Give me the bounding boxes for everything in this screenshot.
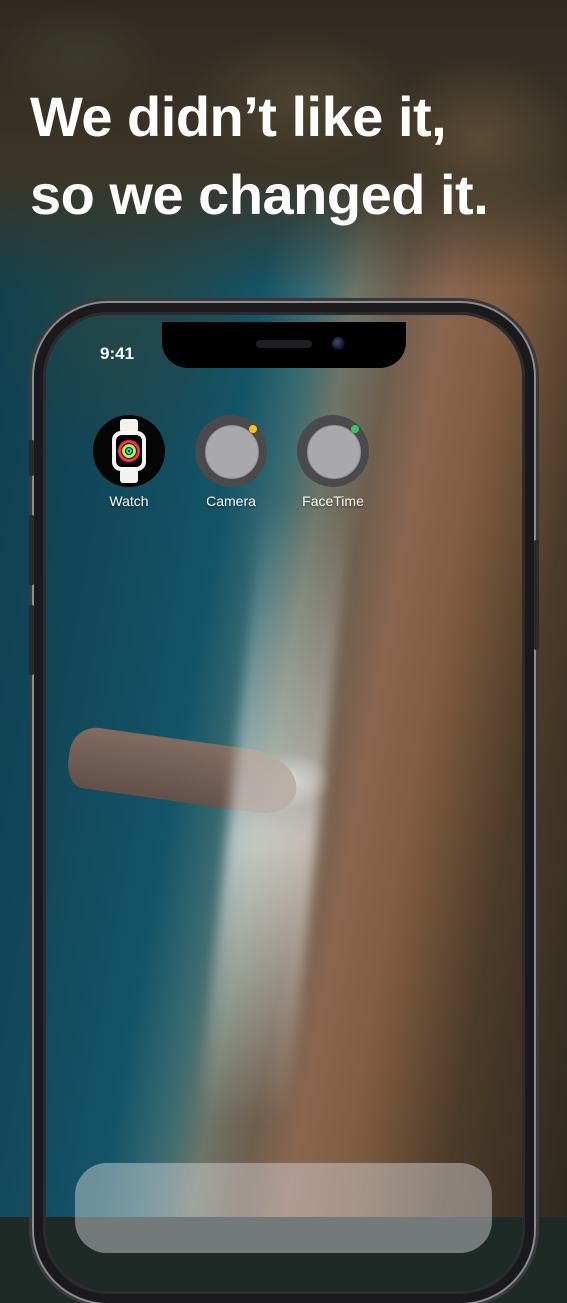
volume-up-button	[29, 515, 34, 585]
volume-down-button	[29, 605, 34, 675]
headline-line-1: We didn’t like it,	[30, 85, 447, 148]
activity-ring-stand	[126, 448, 132, 454]
headline: We didn’t like it, so we changed it.	[30, 78, 550, 234]
app-label-watch: Watch	[109, 493, 149, 509]
headline-line-2: so we changed it.	[30, 163, 489, 226]
camera-icon[interactable]	[195, 415, 267, 487]
status-bar-time: 9:41	[100, 344, 135, 363]
camera-indicator-dot	[249, 425, 257, 433]
facetime-icon[interactable]	[297, 415, 369, 487]
watch-icon[interactable]	[93, 415, 165, 487]
app-camera[interactable]: Camera	[191, 415, 271, 509]
app-facetime[interactable]: FaceTime	[293, 415, 373, 509]
front-camera-icon	[332, 337, 345, 350]
silent-switch	[29, 440, 34, 476]
facetime-indicator-dot	[351, 425, 359, 433]
dock	[75, 1163, 492, 1253]
earpiece-speaker	[256, 340, 312, 348]
power-button	[534, 540, 539, 650]
app-label-camera: Camera	[206, 493, 256, 509]
app-watch[interactable]: Watch	[89, 415, 169, 509]
app-label-facetime: FaceTime	[302, 493, 364, 509]
